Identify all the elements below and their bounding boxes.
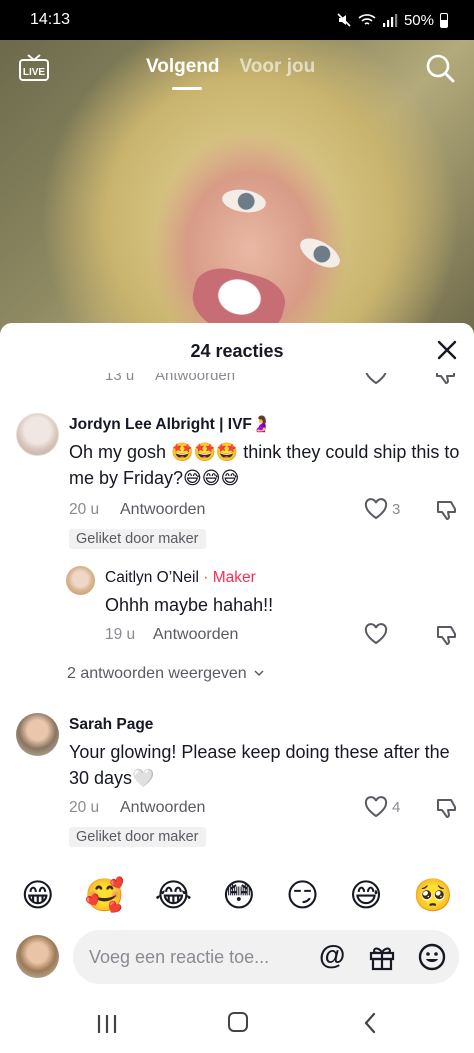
- comment-input[interactable]: [89, 943, 309, 971]
- like-button[interactable]: 4: [364, 796, 400, 818]
- comment-item: Jordyn Lee Albright | IVF🤰 Oh my gosh 🤩🤩…: [0, 409, 474, 559]
- sheet-header: 24 reacties: [0, 323, 474, 373]
- liked-by-creator-badge: Geliket door maker: [69, 827, 206, 847]
- top-navigation: LIVE Volgend Voor jou: [0, 50, 474, 90]
- avatar[interactable]: [66, 566, 95, 595]
- reply-button[interactable]: Antwoorden: [153, 626, 238, 644]
- like-count: 4: [392, 798, 401, 816]
- chevron-down-icon: [254, 670, 264, 677]
- quick-emoji-bar: 😁 🥰 😂 😳 😏 😅 🥺: [0, 868, 474, 922]
- avatar[interactable]: [16, 935, 59, 978]
- feed-tabs: Volgend Voor jou: [146, 56, 316, 90]
- comment-time: 20 u: [69, 799, 100, 816]
- quick-emoji[interactable]: 😳: [222, 876, 255, 914]
- quick-emoji[interactable]: 😅: [349, 876, 382, 914]
- tab-for-you[interactable]: Voor jou: [240, 56, 316, 78]
- avatar[interactable]: [16, 413, 59, 456]
- signal-icon: [382, 14, 398, 27]
- comment-time: 20 u: [69, 501, 100, 518]
- live-icon[interactable]: LIVE: [18, 54, 50, 82]
- separator-dot: ·: [203, 569, 209, 586]
- video-frame-detail: [220, 187, 268, 215]
- view-replies-link[interactable]: 2 antwoorden weergeven: [67, 665, 265, 683]
- reply-time: 19 u: [105, 626, 136, 643]
- status-time: 14:13: [30, 11, 71, 28]
- heart-icon: [364, 498, 388, 520]
- wifi-icon: [358, 14, 376, 25]
- status-icons: 50%: [336, 12, 448, 29]
- quick-emoji[interactable]: 🥺: [413, 876, 453, 914]
- tab-following[interactable]: Volgend: [146, 56, 220, 90]
- system-navigation-bar: [0, 995, 474, 1053]
- reply-button[interactable]: Antwoorden: [120, 501, 205, 519]
- heart-icon[interactable]: [364, 623, 388, 645]
- comment-text: Oh my gosh 🤩🤩🤩 think they could ship thi…: [69, 442, 460, 488]
- comment-item: Sarah Page Your glowing! Please keep doi…: [0, 711, 474, 861]
- comments-count-title: 24 reacties: [190, 341, 284, 361]
- close-icon[interactable]: [436, 339, 458, 361]
- dislike-icon[interactable]: [436, 797, 458, 819]
- maker-label: Maker: [212, 569, 256, 586]
- quick-emoji[interactable]: 😁: [21, 876, 54, 914]
- heart-icon: [364, 796, 388, 818]
- home-icon[interactable]: [228, 1012, 248, 1032]
- previous-comment-actions: 13 u Antwoorden: [0, 373, 474, 391]
- quick-emoji[interactable]: 🥰: [85, 876, 125, 914]
- like-count: 3: [392, 500, 401, 518]
- emoji-icon[interactable]: [417, 942, 447, 972]
- reply-item: Caitlyn O’Neil · Maker Ohhh maybe hahah!…: [0, 561, 474, 661]
- heart-icon[interactable]: [364, 373, 388, 385]
- comment-text: Your glowing! Please keep doing these af…: [69, 742, 450, 788]
- svg-text:LIVE: LIVE: [23, 67, 46, 78]
- reply-username[interactable]: Caitlyn O’Neil · Maker: [105, 569, 256, 587]
- dislike-icon[interactable]: [436, 624, 458, 646]
- avatar[interactable]: [16, 713, 59, 756]
- comment-composer: @: [0, 927, 474, 987]
- comment-username[interactable]: Sarah Page: [69, 716, 153, 734]
- reply-button[interactable]: Antwoorden: [155, 373, 235, 384]
- quick-emoji[interactable]: 😏: [286, 876, 319, 914]
- comment-username[interactable]: Jordyn Lee Albright | IVF🤰: [69, 415, 271, 434]
- recent-apps-icon[interactable]: [95, 1013, 119, 1035]
- quick-emoji[interactable]: 😂: [155, 876, 192, 914]
- battery-icon: [440, 12, 448, 28]
- reply-button[interactable]: Antwoorden: [120, 799, 205, 817]
- dislike-icon[interactable]: [435, 373, 457, 385]
- like-button[interactable]: 3: [364, 498, 400, 520]
- comment-input-container: @: [73, 930, 459, 984]
- gift-icon[interactable]: [367, 942, 397, 972]
- reply-text: Ohhh maybe hahah!!: [105, 595, 274, 615]
- search-icon[interactable]: [424, 52, 456, 84]
- at-icon[interactable]: @: [319, 940, 345, 971]
- dislike-icon[interactable]: [436, 499, 458, 521]
- back-icon[interactable]: [362, 1011, 378, 1035]
- battery-percent: 50%: [403, 11, 434, 29]
- liked-by-creator-badge: Geliket door maker: [69, 529, 206, 549]
- status-bar: 14:13 50%: [0, 0, 474, 40]
- video-frame-detail: [295, 232, 345, 274]
- comment-time: 13 u Antwoorden: [105, 373, 235, 384]
- mute-icon: [337, 13, 351, 27]
